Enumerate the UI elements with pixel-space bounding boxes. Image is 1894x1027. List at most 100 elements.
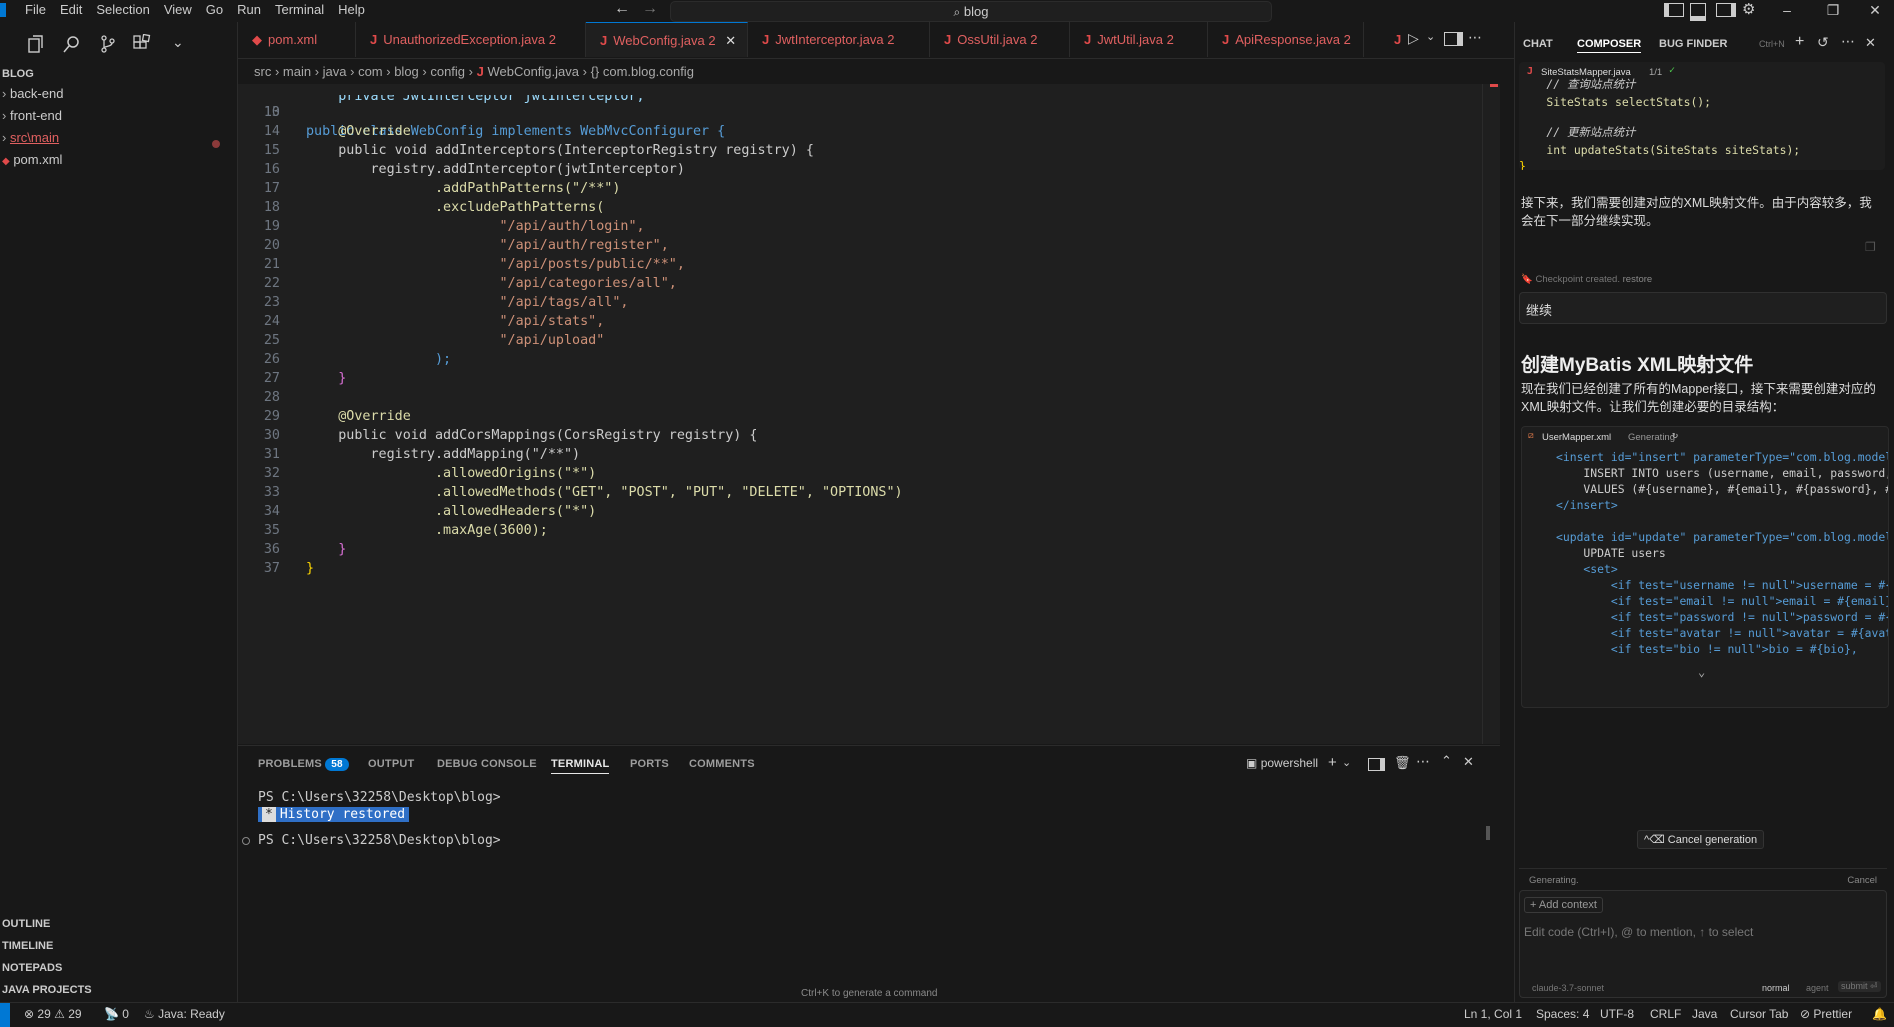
cancel-generation-button[interactable]: ^⌫ Cancel generation	[1637, 830, 1765, 849]
tree-item-back-end[interactable]: › back-end	[2, 84, 63, 104]
composer-input-box[interactable]: + Add context Edit code (Ctrl+I), @ to m…	[1519, 890, 1887, 998]
menu-view[interactable]: View	[157, 0, 199, 20]
chevron-down-icon[interactable]: ⌄	[1342, 756, 1351, 769]
cursor-tab-status[interactable]: Cursor Tab	[1730, 1007, 1788, 1021]
ports-status[interactable]: 📡 0	[104, 1007, 129, 1021]
tree-item-src-main[interactable]: › src\main	[2, 128, 59, 148]
run-play-icon[interactable]: ▷	[1408, 30, 1419, 47]
add-context-button[interactable]: + Add context	[1524, 897, 1603, 913]
tab-webconfig[interactable]: J WebConfig.java 2 ✕	[586, 22, 748, 57]
breadcrumb-item[interactable]: main	[283, 64, 311, 79]
menu-file[interactable]: File	[18, 0, 53, 20]
language-mode[interactable]: Java	[1692, 1007, 1717, 1021]
back-arrow-icon[interactable]: ←	[614, 0, 630, 18]
tab-ports[interactable]: PORTS	[630, 758, 669, 770]
mode-normal[interactable]: normal	[1762, 983, 1790, 993]
maximize-icon[interactable]: ❐	[1814, 0, 1852, 20]
tab-unauthorized-exception[interactable]: J UnauthorizedException.java 2	[356, 22, 586, 57]
notifications-bell-icon[interactable]: 🔔	[1872, 1007, 1887, 1021]
composer-input-placeholder[interactable]: Edit code (Ctrl+I), @ to mention, ↑ to s…	[1524, 925, 1753, 939]
remote-indicator[interactable]	[0, 1003, 10, 1027]
toggle-primary-sidebar-icon[interactable]	[1664, 3, 1684, 17]
menu-run[interactable]: Run	[230, 0, 268, 20]
history-icon[interactable]: ↺	[1817, 34, 1829, 51]
breadcrumb-item[interactable]: src	[254, 64, 271, 79]
mode-agent[interactable]: agent	[1806, 983, 1829, 993]
menu-help[interactable]: Help	[331, 0, 372, 20]
java-status[interactable]: ♨ Java: Ready	[144, 1007, 225, 1021]
search-icon[interactable]	[62, 34, 86, 58]
breadcrumb-item[interactable]: WebConfig.java	[487, 64, 579, 79]
tab-jwt-interceptor[interactable]: J JwtInterceptor.java 2	[748, 22, 930, 57]
tab-terminal[interactable]: TERMINAL	[551, 758, 610, 774]
problems-status[interactable]: ⊗ 29 ⚠ 29	[24, 1007, 82, 1021]
menu-terminal[interactable]: Terminal	[268, 0, 331, 20]
breadcrumb-item[interactable]: config	[430, 64, 465, 79]
notepads-section[interactable]: NOTEPADS	[2, 962, 62, 974]
tab-pom-xml[interactable]: ◆ pom.xml	[238, 22, 356, 57]
new-chat-icon[interactable]: +	[1795, 33, 1804, 51]
tab-problems[interactable]: PROBLEMS 58	[258, 758, 349, 771]
terminal-scrollbar[interactable]	[1486, 826, 1490, 840]
source-control-icon[interactable]	[98, 34, 122, 58]
user-message-bubble[interactable]: 继续	[1519, 292, 1887, 324]
command-search-box[interactable]: ⌕ blog	[670, 1, 1272, 22]
toggle-panel-icon[interactable]	[1690, 3, 1706, 21]
menu-go[interactable]: Go	[199, 0, 230, 20]
cancel-link[interactable]: Cancel	[1847, 875, 1877, 886]
breadcrumb-item[interactable]: com	[358, 64, 383, 79]
chevron-down-icon[interactable]: ⌄	[1698, 665, 1705, 679]
tab-output[interactable]: OUTPUT	[368, 758, 414, 770]
close-window-icon[interactable]: ✕	[1856, 0, 1894, 20]
copy-icon[interactable]: ❐	[1865, 240, 1876, 254]
menu-edit[interactable]: Edit	[53, 0, 89, 20]
scrollbar[interactable]	[1482, 84, 1483, 744]
more-actions-icon[interactable]: ⋯	[1841, 33, 1855, 50]
code-editor[interactable]: 10 public class WebConfig implements Web…	[238, 84, 1500, 744]
breadcrumb-item[interactable]: blog	[394, 64, 419, 79]
line-ending[interactable]: CRLF	[1650, 1007, 1681, 1021]
breadcrumb-item[interactable]: {} com.blog.config	[591, 64, 694, 79]
java-projects-section[interactable]: JAVA PROJECTS	[2, 984, 92, 996]
code-card-filename[interactable]: UserMapper.xml	[1542, 432, 1611, 443]
close-panel-icon[interactable]: ✕	[1463, 754, 1474, 770]
tab-bug-finder[interactable]: BUG FINDER	[1659, 38, 1727, 50]
tab-comments[interactable]: COMMENTS	[689, 758, 755, 770]
terminal-shell-label[interactable]: ▣ powershell	[1246, 756, 1318, 770]
tab-api-response[interactable]: J ApiResponse.java 2	[1208, 22, 1364, 57]
close-tab-icon[interactable]: ✕	[725, 33, 736, 48]
outline-section[interactable]: OUTLINE	[2, 918, 50, 930]
extensions-icon[interactable]	[132, 33, 156, 58]
terminal-input-area[interactable]	[238, 856, 1468, 976]
encoding[interactable]: UTF-8	[1600, 1007, 1634, 1021]
chevron-down-icon[interactable]: ⌄	[172, 34, 196, 58]
tree-item-pom-xml[interactable]: ◆ pom.xml	[2, 150, 62, 172]
close-panel-icon[interactable]: ✕	[1865, 35, 1876, 51]
tab-jwt-util[interactable]: J JwtUtil.java 2	[1070, 22, 1208, 57]
settings-gear-icon[interactable]: ⚙	[1742, 0, 1755, 18]
prettier-status[interactable]: ⊘ Prettier	[1800, 1007, 1852, 1021]
model-selector[interactable]: claude-3.7-sonnet	[1532, 983, 1604, 993]
timeline-section[interactable]: TIMELINE	[2, 940, 53, 952]
indentation[interactable]: Spaces: 4	[1536, 1007, 1589, 1021]
split-terminal-icon[interactable]	[1368, 758, 1385, 771]
tab-chat[interactable]: CHAT	[1523, 38, 1553, 50]
tab-composer[interactable]: COMPOSER	[1577, 38, 1642, 53]
menu-selection[interactable]: Selection	[89, 0, 156, 20]
minimize-icon[interactable]: –	[1768, 0, 1806, 20]
tree-item-front-end[interactable]: › front-end	[2, 106, 62, 126]
more-actions-icon[interactable]: ⋯	[1468, 29, 1482, 46]
maximize-panel-icon[interactable]: ⌃	[1441, 753, 1452, 769]
forward-arrow-icon[interactable]: →	[642, 0, 658, 18]
new-terminal-icon[interactable]: +	[1328, 754, 1337, 771]
split-editor-icon[interactable]	[1444, 32, 1463, 46]
explorer-files-icon[interactable]	[26, 34, 50, 58]
tab-oss-util[interactable]: J OssUtil.java 2	[930, 22, 1070, 57]
more-actions-icon[interactable]: ⋯	[1416, 753, 1430, 770]
cursor-position[interactable]: Ln 1, Col 1	[1464, 1007, 1522, 1021]
trash-icon[interactable]: 🗑	[1394, 755, 1411, 771]
tab-debug-console[interactable]: DEBUG CONSOLE	[437, 758, 537, 770]
submit-button[interactable]: submit ⏎	[1838, 981, 1881, 992]
chevron-down-icon[interactable]: ⌄	[1426, 30, 1435, 43]
breadcrumb-item[interactable]: java	[323, 64, 347, 79]
